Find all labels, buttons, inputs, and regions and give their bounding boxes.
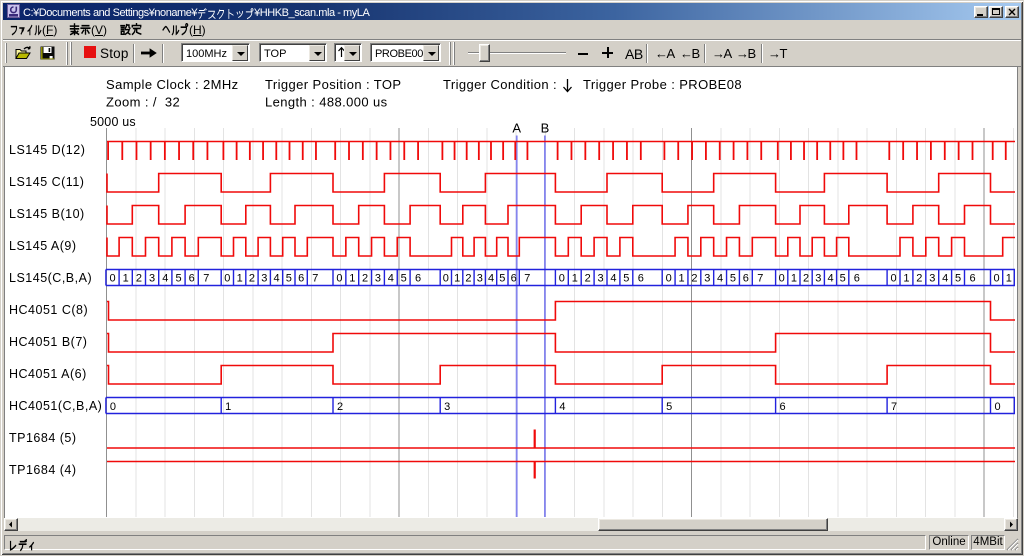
svg-text:3: 3	[929, 273, 935, 285]
svg-text:3: 3	[444, 401, 450, 413]
svg-text:Sample Clock : 2MHz: Sample Clock : 2MHz	[106, 77, 239, 92]
svg-text:7: 7	[524, 273, 530, 285]
svg-text:4: 4	[273, 273, 279, 285]
svg-text:B: B	[541, 121, 550, 136]
svg-text:5: 5	[840, 273, 846, 285]
svg-text:4: 4	[488, 273, 494, 285]
svg-text:0: 0	[994, 273, 1000, 285]
svg-text:4: 4	[162, 273, 168, 285]
svg-text:5: 5	[175, 273, 181, 285]
svg-text:6: 6	[298, 273, 304, 285]
svg-text:7: 7	[312, 273, 318, 285]
svg-text:1: 1	[678, 273, 684, 285]
svg-text:LS145 B(10): LS145 B(10)	[9, 207, 85, 221]
svg-text:1: 1	[237, 273, 243, 285]
svg-text:0: 0	[109, 273, 115, 285]
svg-text:0: 0	[666, 273, 672, 285]
svg-text:5: 5	[623, 273, 629, 285]
svg-text:6: 6	[511, 273, 517, 285]
svg-text:0: 0	[110, 401, 116, 413]
svg-text:1: 1	[791, 273, 797, 285]
svg-text:7: 7	[891, 401, 897, 413]
svg-text:1: 1	[454, 273, 460, 285]
svg-text:1: 1	[572, 273, 578, 285]
svg-text:4: 4	[559, 401, 565, 413]
svg-text:5: 5	[286, 273, 292, 285]
svg-text:0: 0	[224, 273, 230, 285]
svg-text:1: 1	[1006, 273, 1012, 285]
svg-text:1: 1	[123, 273, 129, 285]
svg-text:6: 6	[854, 273, 860, 285]
svg-text:0: 0	[559, 273, 565, 285]
svg-text:2: 2	[136, 273, 142, 285]
svg-text:Length : 488.000 us: Length : 488.000 us	[265, 95, 388, 110]
svg-text:3: 3	[149, 273, 155, 285]
svg-text:1: 1	[225, 401, 231, 413]
svg-text:0: 0	[994, 401, 1000, 413]
svg-text:2: 2	[803, 273, 809, 285]
svg-text:5: 5	[730, 273, 736, 285]
svg-text:5: 5	[955, 273, 961, 285]
svg-text:0: 0	[443, 273, 449, 285]
svg-text:Trigger Position : TOP: Trigger Position : TOP	[265, 77, 401, 92]
svg-text:2: 2	[916, 273, 922, 285]
svg-text:3: 3	[375, 273, 381, 285]
svg-text:HC4051 C(8): HC4051 C(8)	[9, 303, 88, 317]
svg-text:2: 2	[249, 273, 255, 285]
svg-text:4: 4	[942, 273, 948, 285]
svg-text:4: 4	[717, 273, 723, 285]
svg-text:6: 6	[638, 273, 644, 285]
svg-text:6: 6	[969, 273, 975, 285]
svg-text:LS145 D(12): LS145 D(12)	[9, 143, 85, 157]
svg-text:7: 7	[757, 273, 763, 285]
svg-text:2: 2	[337, 401, 343, 413]
svg-text:1: 1	[903, 273, 909, 285]
svg-text:Trigger Condition :: Trigger Condition :	[443, 77, 557, 92]
svg-text:5: 5	[401, 273, 407, 285]
svg-text:2: 2	[691, 273, 697, 285]
svg-text:TP1684 (5): TP1684 (5)	[9, 431, 77, 445]
svg-text:A: A	[512, 121, 521, 136]
svg-text:LS145(C,B,A): LS145(C,B,A)	[9, 271, 92, 285]
svg-text:3: 3	[477, 273, 483, 285]
svg-text:5000 us: 5000 us	[90, 115, 136, 129]
svg-text:HC4051 A(6): HC4051 A(6)	[9, 367, 87, 381]
svg-text:Trigger Probe : PROBE08: Trigger Probe : PROBE08	[583, 77, 742, 92]
svg-text:2: 2	[362, 273, 368, 285]
svg-text:0: 0	[890, 273, 896, 285]
svg-text:LS145 C(11): LS145 C(11)	[9, 175, 84, 189]
svg-text:3: 3	[704, 273, 710, 285]
svg-text:HC4051 B(7): HC4051 B(7)	[9, 335, 87, 349]
svg-text:LS145 A(9): LS145 A(9)	[9, 239, 77, 253]
svg-text:5: 5	[499, 273, 505, 285]
svg-text:0: 0	[779, 273, 785, 285]
svg-text:HC4051(C,B,A): HC4051(C,B,A)	[9, 399, 102, 413]
svg-text:4: 4	[827, 273, 833, 285]
svg-text:7: 7	[203, 273, 209, 285]
svg-text:0: 0	[336, 273, 342, 285]
svg-text:4: 4	[610, 273, 616, 285]
svg-text:3: 3	[815, 273, 821, 285]
svg-text:2: 2	[465, 273, 471, 285]
svg-text:5: 5	[666, 401, 672, 413]
svg-text:2: 2	[585, 273, 591, 285]
svg-text:4: 4	[388, 273, 394, 285]
svg-text:Zoom : / 32: Zoom : / 32	[106, 95, 180, 110]
svg-text:6: 6	[780, 401, 786, 413]
svg-text:6: 6	[415, 273, 421, 285]
svg-text:1: 1	[349, 273, 355, 285]
svg-text:3: 3	[261, 273, 267, 285]
svg-text:6: 6	[189, 273, 195, 285]
svg-text:3: 3	[597, 273, 603, 285]
svg-text:6: 6	[743, 273, 749, 285]
svg-text:TP1684 (4): TP1684 (4)	[9, 463, 77, 477]
